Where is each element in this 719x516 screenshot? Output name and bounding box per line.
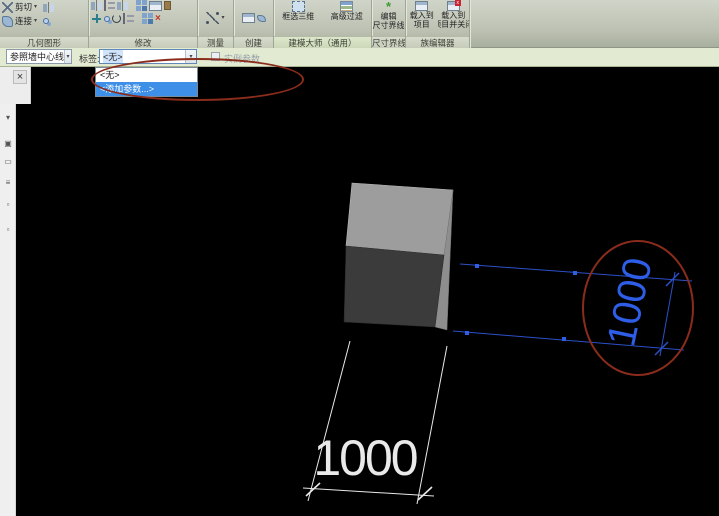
load-close-label-2: 项目并关闭 xyxy=(438,20,470,29)
panel-measure: ▾ 测量 xyxy=(197,0,233,48)
pin-icon[interactable] xyxy=(164,1,171,10)
edit-witness-lines-button[interactable]: * 编辑 尺寸界线 xyxy=(372,0,405,36)
delete-icon[interactable]: × xyxy=(155,14,161,24)
box-select-3d-button[interactable]: 框选三维 xyxy=(274,0,323,36)
copy-icon[interactable] xyxy=(104,16,110,22)
join-button[interactable]: 连接 ▾ xyxy=(0,14,88,28)
rotate-icon[interactable] xyxy=(112,14,121,23)
demolish-icon[interactable] xyxy=(43,18,49,24)
chevron-down-icon[interactable]: ▾ xyxy=(34,18,37,24)
panel-label-modify: 修改 xyxy=(89,36,197,48)
chevron-down-icon[interactable]: ▾ xyxy=(34,4,37,10)
panel-label-witness-lines: 尺寸界线 xyxy=(372,36,405,48)
advanced-filter-icon xyxy=(340,1,353,12)
witness-line[interactable] xyxy=(417,346,447,504)
cut-label: 剪切 xyxy=(15,1,32,13)
dimension-line[interactable] xyxy=(303,488,434,496)
advanced-filter-button[interactable]: 高级过滤 xyxy=(323,0,372,36)
dimension-handles[interactable] xyxy=(465,264,577,341)
scale-icon[interactable] xyxy=(149,1,162,11)
mirror-icon[interactable] xyxy=(117,0,128,11)
revit-family-editor-window: 剪切 ▾ 连接 ▾ 几何图形 xyxy=(0,0,719,516)
panel-witness-lines: * 编辑 尺寸界线 尺寸界线 xyxy=(371,0,405,48)
panel-label-create: 创建 xyxy=(234,36,273,48)
chevron-down-icon[interactable]: ▾ xyxy=(221,15,224,21)
panel-geometry: 剪切 ▾ 连接 ▾ 几何图形 xyxy=(0,0,88,48)
cut-icon xyxy=(2,2,13,13)
ribbon: 剪切 ▾ 连接 ▾ 几何图形 xyxy=(0,0,719,48)
dimension-icon[interactable] xyxy=(242,13,255,23)
offset-icon[interactable] xyxy=(104,0,115,11)
load-into-project-label-2: 项目 xyxy=(414,20,430,29)
tag-value: <无> xyxy=(103,50,123,63)
box-select-3d-label: 框选三维 xyxy=(282,12,314,21)
load-into-project-button[interactable]: 载入到 项目 xyxy=(406,0,438,36)
panel-label-measure: 测量 xyxy=(198,36,233,48)
bottom-dimension-value[interactable]: 1000 xyxy=(313,430,416,486)
cube-top-face[interactable] xyxy=(346,183,453,255)
panel-family-editor: 载入到 项目 x 载入到 项目并关闭 族编辑器 xyxy=(405,0,469,48)
load-close-label-1: 载入到 xyxy=(441,11,465,20)
panel-label-modeling-master: 建模大师（通用） xyxy=(274,36,371,48)
drag-handle[interactable] xyxy=(475,264,479,268)
panel-modeling-master: 框选三维 高级过滤 建模大师（通用） xyxy=(273,0,371,48)
cut-button[interactable]: 剪切 ▾ xyxy=(0,0,88,14)
array-icon[interactable] xyxy=(136,0,147,11)
panel-create: 创建 xyxy=(233,0,273,48)
detail-icon[interactable] xyxy=(257,15,266,22)
placement-plane-combobox[interactable]: 参照墙中心线 ▾ xyxy=(6,49,72,64)
trim-icon[interactable] xyxy=(123,13,134,24)
annotation-ellipse-dropdown xyxy=(91,58,304,101)
panel-label-family-editor: 族编辑器 xyxy=(406,36,469,48)
options-bar: 参照墙中心线 ▾ 标签: <无> ▾ 实例参数 xyxy=(0,48,719,67)
drag-handle[interactable] xyxy=(465,331,469,335)
edit-witness-lines-icon: * xyxy=(386,1,391,12)
move-icon[interactable] xyxy=(91,13,102,24)
scene-overlay: 1000 1000 xyxy=(0,67,719,516)
witness-line[interactable] xyxy=(453,331,684,350)
load-into-project-label-1: 载入到 xyxy=(410,11,434,20)
panel-modify: × 修改 xyxy=(88,0,197,48)
load-into-project-and-close-icon: x xyxy=(447,1,460,11)
paint-icon[interactable] xyxy=(43,2,54,13)
tag-label: 标签: xyxy=(79,52,100,65)
box-select-3d-icon xyxy=(292,1,305,12)
load-into-project-icon xyxy=(415,1,428,11)
right-dimension-value[interactable]: 1000 xyxy=(599,254,661,350)
join-label: 连接 xyxy=(15,15,32,27)
measure-icon[interactable] xyxy=(206,12,219,24)
panel-label-geometry: 几何图形 xyxy=(0,36,88,48)
drag-handle[interactable] xyxy=(562,337,566,341)
edit-witness-label-2: 尺寸界线 xyxy=(373,21,405,30)
cube-front-face[interactable] xyxy=(344,246,444,327)
align-icon[interactable] xyxy=(91,0,102,11)
join-icon xyxy=(2,16,13,27)
drag-handle[interactable] xyxy=(573,271,577,275)
edit-witness-label-1: 编辑 xyxy=(381,12,397,21)
advanced-filter-label: 高级过滤 xyxy=(331,12,363,21)
panel-empty xyxy=(469,0,719,48)
chevron-down-icon[interactable]: ▾ xyxy=(64,50,71,63)
placement-plane-value: 参照墙中心线 xyxy=(10,50,64,63)
load-into-project-and-close-button[interactable]: x 载入到 项目并关闭 xyxy=(438,0,470,36)
split-icon[interactable] xyxy=(142,13,153,24)
